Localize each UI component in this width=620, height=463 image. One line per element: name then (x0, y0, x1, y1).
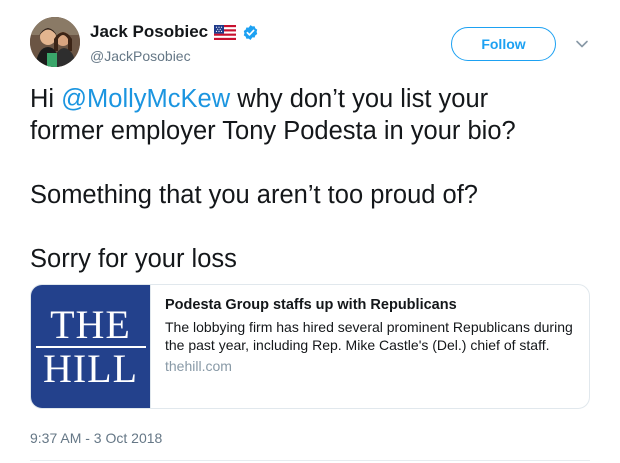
tweet-line-3: Something that you aren’t too proud of? (30, 181, 478, 209)
divider (30, 460, 590, 461)
tweet-text: Hi @MollyMcKew why don’t you list your f… (30, 83, 605, 275)
link-preview-card[interactable]: THE HILL Podesta Group staffs up with Re… (30, 284, 590, 409)
author-handle[interactable]: @JackPosobiec (90, 48, 191, 64)
mention-link[interactable]: @MollyMcKew (61, 85, 230, 113)
author-display-name[interactable]: Jack Posobiec (90, 22, 208, 42)
card-domain: thehill.com (165, 358, 232, 374)
logo-line-1: THE (50, 301, 131, 347)
avatar[interactable] (30, 17, 80, 67)
tweet: Jack Posobiec @JackPosobiec Follow Hi @M… (0, 0, 620, 463)
tweet-timestamp[interactable]: 9:37 AM - 3 Oct 2018 (30, 430, 162, 446)
logo-line-2: HILL (42, 345, 139, 391)
card-title: Podesta Group staffs up with Republicans (165, 297, 457, 313)
tweet-line-4: Sorry for your loss (30, 245, 237, 273)
tweet-line-1-prefix: Hi (30, 85, 62, 113)
card-description: The lobbying firm has hired several prom… (165, 319, 573, 353)
the-hill-logo: THE HILL (31, 285, 151, 408)
author-name-row: Jack Posobiec (90, 22, 259, 42)
tweet-line-1: Hi @MollyMcKew why don’t you list your (30, 83, 605, 115)
more-options-button[interactable] (574, 37, 590, 51)
verified-badge-icon (243, 24, 258, 40)
avatar-photo (30, 17, 80, 67)
tweet-line-2: former employer Tony Podesta in your bio… (30, 117, 516, 145)
us-flag-icon (214, 24, 237, 40)
card-body: Podesta Group staffs up with Republicans… (151, 285, 589, 408)
follow-button[interactable]: Follow (451, 27, 556, 61)
tweet-line-1-suffix: why don’t you list your (230, 85, 489, 113)
chevron-down-icon (576, 40, 588, 48)
